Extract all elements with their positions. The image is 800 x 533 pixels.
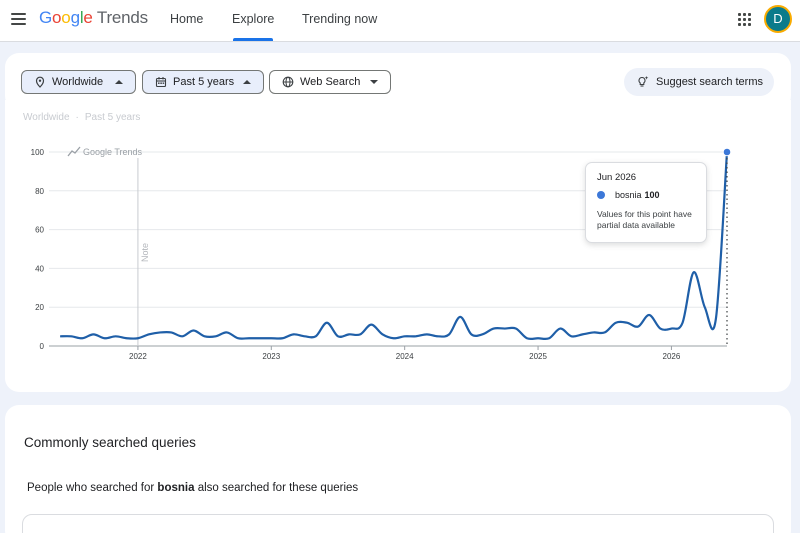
tab-explore[interactable]: Explore: [232, 12, 274, 26]
x-tick-label: 2022: [129, 352, 147, 361]
top-bar: Google Trends Home Explore Trending now …: [0, 0, 800, 42]
google-apps-icon[interactable]: [737, 12, 751, 26]
subtitle-term: bosnia: [157, 482, 195, 494]
x-axis: 2022 2023 2024 2025 2026: [129, 346, 681, 361]
location-dropdown[interactable]: Worldwide: [21, 70, 136, 94]
location-pin-icon: [35, 76, 45, 88]
time-range-value: Past 5 years: [173, 76, 235, 88]
logo-letter: G: [39, 8, 53, 27]
logo-trends-text: Trends: [96, 8, 148, 27]
related-queries-card: Commonly searched queries People who sea…: [5, 405, 791, 533]
related-queries-title: Commonly searched queries: [24, 435, 196, 450]
y-tick-label: 0: [40, 342, 45, 351]
series-color-dot: [597, 191, 605, 199]
tooltip-series-row: bosnia 100: [597, 190, 695, 200]
location-value: Worldwide: [52, 76, 104, 88]
x-tick-label: 2025: [529, 352, 547, 361]
interest-chart[interactable]: Note Google Trends 0 20 40 60 80 100 2022 2023…: [5, 100, 791, 392]
related-queries-list: [22, 514, 774, 533]
tooltip-partial-note: Values for this point have partial data …: [597, 209, 692, 230]
subtitle-suffix: also searched for these queries: [197, 482, 359, 494]
time-range-dropdown[interactable]: Past 5 years: [142, 70, 264, 94]
search-type-dropdown[interactable]: Web Search: [269, 70, 391, 94]
related-queries-subtitle: People who searched for bosnia also sear…: [27, 482, 358, 494]
logo-letter: g: [70, 8, 80, 27]
caret-up-icon: [243, 80, 251, 84]
logo-letter: e: [83, 8, 93, 27]
google-trends-logo[interactable]: Google Trends: [39, 8, 148, 28]
y-tick-label: 80: [35, 187, 44, 196]
globe-icon: [282, 76, 294, 88]
calendar-icon: [155, 77, 167, 88]
watermark-text: Google Trends: [83, 147, 143, 157]
data-tooltip: Jun 2026 bosnia 100 Values for this poin…: [585, 162, 707, 243]
hovered-data-point[interactable]: [722, 147, 732, 157]
suggest-search-terms-label: Suggest search terms: [656, 76, 763, 88]
y-axis: 0 20 40 60 80 100: [31, 148, 45, 351]
tab-trending-now[interactable]: Trending now: [302, 12, 377, 26]
x-tick-label: 2024: [396, 352, 414, 361]
y-tick-label: 20: [35, 303, 44, 312]
interest-over-time-card: Worldwide · Past 5 years Note Google Trend…: [5, 100, 791, 392]
y-tick-label: 60: [35, 226, 44, 235]
suggest-search-terms-button[interactable]: Suggest search terms: [624, 68, 774, 96]
search-type-value: Web Search: [300, 76, 361, 88]
menu-icon[interactable]: [11, 12, 27, 26]
caret-up-icon: [115, 80, 123, 84]
x-tick-label: 2023: [262, 352, 280, 361]
x-tick-label: 2026: [663, 352, 681, 361]
tooltip-date: Jun 2026: [597, 172, 637, 183]
logo-letter: o: [61, 8, 71, 27]
tooltip-value: 100: [644, 190, 660, 200]
caret-down-icon: [370, 80, 378, 84]
y-tick-label: 100: [31, 148, 45, 157]
logo-google-text: Google: [39, 8, 93, 27]
note-marker-label[interactable]: Note: [140, 243, 150, 262]
sparkle-bulb-icon: [638, 76, 649, 87]
tooltip-term: bosnia: [615, 190, 642, 200]
y-tick-label: 40: [35, 264, 44, 273]
active-tab-indicator: [233, 38, 273, 41]
subtitle-prefix: People who searched for: [27, 482, 155, 494]
account-avatar[interactable]: D: [764, 5, 792, 33]
filter-bar: Worldwide Past 5 years Web Search Sugges…: [5, 53, 791, 110]
logo-letter: o: [52, 8, 62, 27]
tab-home[interactable]: Home: [170, 12, 203, 26]
